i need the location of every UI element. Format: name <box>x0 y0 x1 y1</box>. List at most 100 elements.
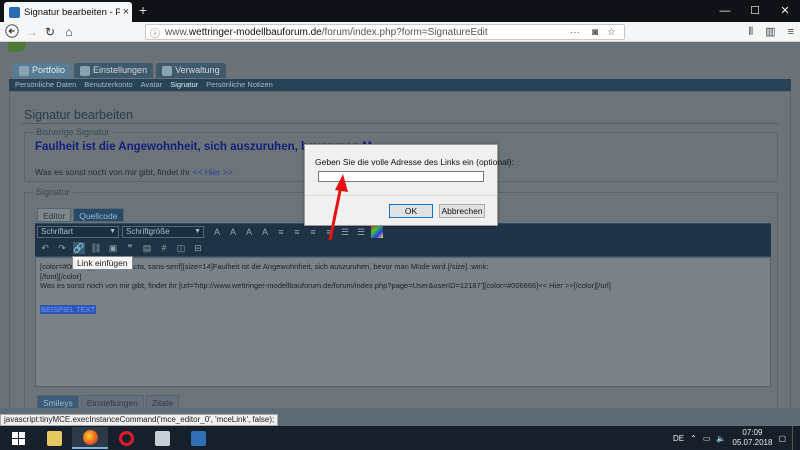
font-size-select[interactable]: Schriftgröße ▼ <box>122 226 204 238</box>
underline-icon[interactable]: A <box>243 226 255 238</box>
font-select[interactable]: Schriftart ▼ <box>37 226 119 238</box>
align-center-icon[interactable]: ≡ <box>291 226 303 238</box>
status-url: javascript:tinyMCE.execInstanceCommand('… <box>0 414 279 426</box>
quote-icon[interactable]: ❞ <box>124 242 136 254</box>
tab-verwaltung[interactable]: Verwaltung <box>156 63 226 78</box>
subnav-signatur[interactable]: Signatur <box>170 79 198 91</box>
library-icon[interactable]: ⫴ <box>749 24 754 40</box>
forum-logo <box>8 42 26 52</box>
insert-buttons: ↶ ↷ 🔗 ⛓ ▣ ❞ ▤ # ◫ ⊟ <box>39 242 204 254</box>
speaker-icon[interactable]: 🔈 <box>716 434 726 443</box>
pocket-icon[interactable]: ◙ <box>592 25 598 41</box>
tray-chevron-icon[interactable]: ⌃ <box>690 434 697 443</box>
tab-close-icon[interactable]: × <box>120 6 132 18</box>
php-code-icon[interactable]: ◫ <box>175 242 187 254</box>
editor-mode-tabs: Editor Quellcode <box>37 208 124 222</box>
tab-bottom-einstellungen[interactable]: Einstellungen <box>80 395 144 408</box>
bottom-tabs: Smileys Einstellungen Zitate <box>37 395 180 408</box>
browser-nav-bar: → ↻ ⌂ ⓘ www.wettringer-modellbauforum.de… <box>0 22 800 42</box>
taskbar-opera[interactable] <box>108 427 144 449</box>
unlink-icon[interactable]: ⛓ <box>90 242 102 254</box>
cancel-button[interactable]: Abbrechen <box>439 204 485 218</box>
page-actions-icon[interactable]: ··· <box>570 25 580 41</box>
signature-editor-textarea[interactable]: [color=#0000ff][ ject, Compacta, sans-se… <box>35 257 771 387</box>
tab-editor[interactable]: Editor <box>37 208 72 222</box>
link-prompt-dialog: Geben Sie die volle Adresse des Links ei… <box>304 144 514 226</box>
address-bar[interactable]: ⓘ www.wettringer-modellbauforum.de/forum… <box>145 24 625 40</box>
taskbar-app-5[interactable] <box>180 427 216 449</box>
ok-button[interactable]: OK <box>389 204 433 218</box>
align-right-icon[interactable]: ≡ <box>307 226 319 238</box>
close-window-button[interactable]: ✕ <box>770 0 800 22</box>
system-tray: DE ⌃ ▭ 🔈 07:09 05.07.2018 ▢ <box>673 426 800 450</box>
tab-quellcode[interactable]: Quellcode <box>73 208 124 222</box>
dialog-prompt: Geben Sie die volle Adresse des Links ei… <box>315 157 514 167</box>
color-picker-icon[interactable] <box>371 226 383 238</box>
insert-link-icon[interactable]: 🔗 <box>73 242 85 254</box>
site-info-icon[interactable]: ⓘ <box>150 25 160 40</box>
browser-tab[interactable]: Signatur bearbeiten - Portfolio × <box>4 2 132 22</box>
selected-text: BEISPIEL TEXT <box>40 304 97 314</box>
portfolio-icon <box>19 65 29 76</box>
tab-smileys[interactable]: Smileys <box>37 395 79 408</box>
opera-icon <box>118 430 134 446</box>
insert-image-icon[interactable]: ▣ <box>107 242 119 254</box>
subnav-notizen[interactable]: Persönliche Notizen <box>206 79 273 91</box>
menu-icon[interactable]: ≡ <box>788 24 794 40</box>
taskbar-firefox[interactable] <box>72 427 108 449</box>
redo-icon[interactable]: ↷ <box>56 242 68 254</box>
numbered-list-icon[interactable]: ☰ <box>355 226 367 238</box>
strikethrough-icon[interactable]: A <box>259 226 271 238</box>
bookmark-star-icon[interactable]: ☆ <box>607 25 616 41</box>
previous-signature-line: Was es sonst noch von mir gibt, findet i… <box>35 167 233 177</box>
align-justify-icon[interactable]: ≡ <box>323 226 335 238</box>
subnav-persoenliche-daten[interactable]: Persönliche Daten <box>15 79 76 91</box>
url-text: www.wettringer-modellbauforum.de/forum/i… <box>165 26 488 38</box>
subnav-avatar[interactable]: Avatar <box>141 79 163 91</box>
taskbar-app-4[interactable] <box>144 427 180 449</box>
show-desktop-button[interactable] <box>792 426 796 450</box>
site-favicon-icon <box>9 6 20 18</box>
previous-signature-link[interactable]: << Hier >> <box>192 167 232 177</box>
settings-icon <box>80 65 91 76</box>
notifications-icon[interactable]: ▢ <box>778 434 786 443</box>
window-controls: — ☐ ✕ <box>710 0 800 22</box>
back-arrow-icon[interactable] <box>4 24 20 40</box>
new-tab-button[interactable]: + <box>136 3 150 17</box>
sidebar-icon[interactable]: ▥ <box>765 24 775 40</box>
bold-icon[interactable]: A <box>211 226 223 238</box>
taskbar-explorer[interactable] <box>36 427 72 449</box>
tab-zitate[interactable]: Zitate <box>145 395 180 408</box>
forward-arrow-icon[interactable]: → <box>24 24 40 40</box>
signature-legend: Signatur <box>33 187 73 197</box>
clock[interactable]: 07:09 05.07.2018 <box>732 428 772 448</box>
editor-line: Was es sonst noch von mir gibt, findet i… <box>40 281 611 290</box>
browser-tab-bar: Signatur bearbeiten - Portfolio × + — ☐ … <box>0 0 800 22</box>
editor-line: [/font][/color] <box>40 271 82 281</box>
tab-einstellungen[interactable]: Einstellungen <box>74 63 154 78</box>
code-icon[interactable]: ▤ <box>141 242 153 254</box>
bullet-list-icon[interactable]: ☰ <box>339 226 351 238</box>
content-panel: Signatur bearbeiten Bisherige Signatur F… <box>9 91 791 408</box>
tab-portfolio[interactable]: Portfolio <box>13 63 72 78</box>
sub-navigation: Persönliche Daten Benutzerkonto Avatar S… <box>9 79 791 91</box>
link-tooltip: Link einfügen <box>72 256 133 270</box>
previous-signature-legend: Bisherige Signatur <box>33 127 113 137</box>
tab-title: Signatur bearbeiten - Portfolio <box>24 6 120 18</box>
italic-icon[interactable]: A <box>227 226 239 238</box>
align-left-icon[interactable]: ≡ <box>275 226 287 238</box>
document-icon <box>154 430 170 446</box>
hash-icon[interactable]: # <box>158 242 170 254</box>
network-icon[interactable]: ▭ <box>703 434 711 443</box>
editor-line: [color=#0000ff][ ject, Compacta, sans-se… <box>40 262 489 271</box>
home-icon[interactable]: ⌂ <box>61 24 77 40</box>
language-indicator[interactable]: DE <box>673 434 684 443</box>
subnav-benutzerkonto[interactable]: Benutzerkonto <box>84 79 132 91</box>
reload-icon[interactable]: ↻ <box>42 24 58 40</box>
link-url-input[interactable] <box>318 171 484 182</box>
start-button[interactable] <box>0 427 36 449</box>
maximize-button[interactable]: ☐ <box>740 0 770 22</box>
sql-icon[interactable]: ⊟ <box>192 242 204 254</box>
undo-icon[interactable]: ↶ <box>39 242 51 254</box>
minimize-button[interactable]: — <box>710 0 740 22</box>
